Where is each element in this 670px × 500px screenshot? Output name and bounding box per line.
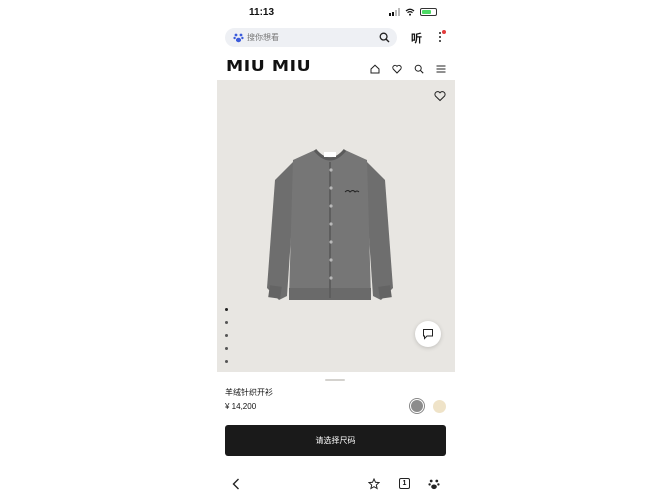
battery-icon — [420, 8, 437, 16]
pagination-dot[interactable] — [225, 360, 228, 363]
listen-button[interactable]: 听 — [411, 30, 422, 46]
product-name: 羊绒针织开衫 — [225, 388, 273, 397]
site-header: MIU MIU — [217, 54, 455, 76]
pagination-dot[interactable] — [225, 347, 228, 350]
home-icon[interactable] — [370, 59, 380, 74]
pagination-dot[interactable] — [225, 308, 228, 311]
status-time: 11:13 — [249, 7, 275, 18]
baidu-paw-icon — [233, 33, 244, 43]
wishlist-heart-icon[interactable] — [434, 90, 446, 102]
search-icon[interactable] — [379, 32, 390, 43]
scroll-indicator — [325, 379, 345, 381]
chat-button[interactable] — [415, 321, 441, 347]
baidu-home-icon[interactable] — [428, 475, 440, 494]
select-size-button[interactable]: 请选择尺码 — [225, 425, 446, 456]
chat-bubble-icon — [423, 329, 433, 340]
status-bar: 11:13 — [217, 6, 455, 22]
bookmark-star-icon[interactable] — [367, 475, 381, 494]
search-icon[interactable] — [414, 59, 424, 74]
pagination-dot[interactable] — [225, 334, 228, 337]
product-price: ¥ 14,200 — [225, 402, 257, 411]
pagination-dot[interactable] — [225, 321, 228, 324]
header-icons — [370, 59, 446, 74]
tab-count: 1 — [399, 478, 410, 489]
browser-bottom-nav: 1 — [217, 472, 455, 492]
product-image-cardigan — [267, 149, 393, 300]
notification-dot — [442, 30, 446, 34]
more-options-icon[interactable] — [435, 30, 446, 46]
image-pagination — [225, 308, 228, 373]
brand-logo[interactable]: MIU MIU — [226, 57, 311, 75]
menu-icon[interactable] — [436, 59, 446, 73]
product-image-carousel[interactable] — [217, 80, 455, 381]
phone-screen: 11:13 听 MIU MIU — [217, 0, 455, 500]
color-swatch-grey[interactable] — [410, 399, 424, 413]
wifi-icon — [405, 8, 415, 16]
status-icons — [389, 8, 437, 16]
browser-search-row: 听 — [225, 28, 451, 48]
signal-icon — [389, 8, 400, 16]
heart-icon[interactable] — [392, 59, 402, 74]
color-swatch-cream[interactable] — [433, 400, 446, 413]
search-input[interactable] — [247, 28, 367, 47]
back-icon[interactable] — [231, 475, 241, 494]
search-box[interactable] — [225, 28, 397, 47]
